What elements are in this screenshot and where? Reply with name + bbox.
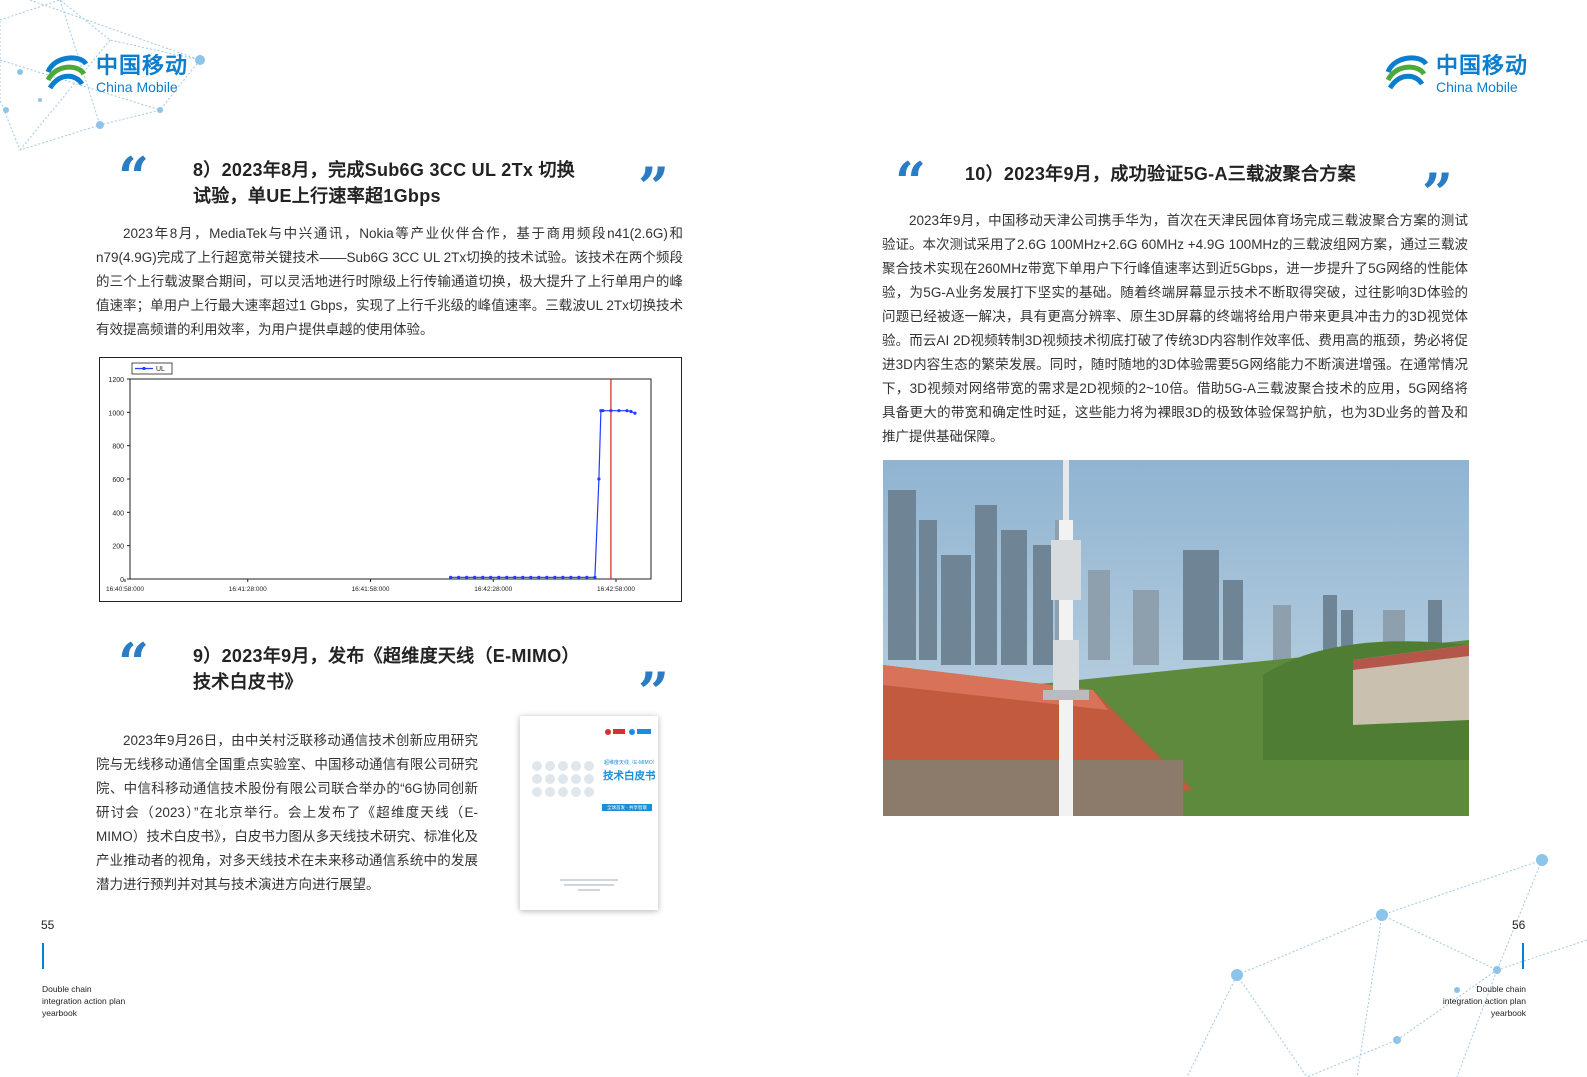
x-tick-label: 16:41:58:000 bbox=[352, 586, 390, 593]
y-tick-label: 400 bbox=[112, 510, 124, 517]
brand-name-cn: 中国移动 bbox=[96, 52, 189, 78]
y-tick-label: 1000 bbox=[108, 410, 124, 417]
y-tick-label: 0 bbox=[120, 577, 124, 584]
series-point bbox=[577, 575, 581, 579]
section-8-title-line1: 8）2023年8月，完成Sub6G 3CC UL 2Tx 切换 bbox=[193, 160, 576, 180]
network-decoration-bottom-right bbox=[1187, 854, 1587, 1077]
series-point bbox=[601, 409, 605, 413]
whitepaper-cover-art bbox=[532, 729, 652, 891]
page-accent-bar-right bbox=[1522, 943, 1524, 969]
page-accent-bar-left bbox=[42, 943, 44, 969]
section-8-body: 2023年8月，MediaTek与中兴通讯，Nokia等产业伙伴合作，基于商用频… bbox=[96, 226, 683, 337]
base-station-photo-art bbox=[883, 460, 1469, 816]
footer-line: integration action plan bbox=[1442, 996, 1526, 1006]
legend-marker bbox=[142, 366, 146, 371]
page-number-right: 56 bbox=[1512, 918, 1526, 932]
china-mobile-logo-right: 中国移动 China Mobile bbox=[1382, 50, 1528, 98]
whitepaper-title-small: 超维度天线（E-MIMO） bbox=[604, 760, 658, 766]
series-point bbox=[625, 409, 629, 413]
footer-line: yearbook bbox=[1491, 1008, 1526, 1018]
series-point bbox=[489, 575, 493, 579]
series-point bbox=[553, 575, 557, 579]
x-tick-label: 16:41:28:000 bbox=[229, 586, 267, 593]
series-point bbox=[609, 409, 613, 413]
section-9-title-line2: 技术白皮书》 bbox=[193, 672, 303, 692]
open-quote-icon: “ bbox=[118, 631, 150, 695]
section-10-body: 2023年9月，中国移动天津公司携手华为，首次在天津民园体育场完成三载波聚合方案… bbox=[882, 213, 1468, 444]
china-mobile-logo-icon bbox=[45, 55, 89, 90]
series-point bbox=[537, 575, 541, 579]
ul-throughput-chart: 0 200 400 600 800 1000 1200 16:40:58:000 16:41:2… bbox=[99, 357, 682, 602]
section-8-title: 8）2023年8月，完成Sub6G 3CC UL 2Tx 切换 试验，单UE上行… bbox=[193, 157, 623, 209]
series-point bbox=[457, 575, 461, 579]
series-point bbox=[597, 477, 601, 481]
brand-name-cn: 中国移动 bbox=[1436, 52, 1529, 78]
footer-line: Double chain bbox=[1476, 984, 1526, 994]
series-point bbox=[585, 575, 589, 579]
open-quote-icon: “ bbox=[118, 145, 150, 209]
series-point bbox=[569, 575, 573, 579]
series-point bbox=[617, 409, 621, 413]
series-point bbox=[529, 575, 533, 579]
section-9-body: 2023年9月26日，由中关村泛联移动通信技术创新应用研究院与无线移动通信全国重… bbox=[96, 733, 478, 892]
plot-frame bbox=[129, 378, 652, 580]
footer-text-right: Double chain integration action plan yea… bbox=[1400, 983, 1526, 1019]
y-tick-label: 800 bbox=[112, 444, 124, 451]
series-point bbox=[633, 411, 637, 415]
series-point bbox=[513, 575, 517, 579]
series-point bbox=[561, 575, 565, 579]
footer-line: integration action plan bbox=[42, 996, 126, 1006]
series-point bbox=[473, 575, 477, 579]
x-tick-label: 16:42:58:000 bbox=[597, 586, 635, 593]
series-point bbox=[449, 575, 453, 579]
close-quote-icon: ” bbox=[638, 660, 670, 724]
series-point bbox=[593, 575, 597, 579]
whitepaper-badge: 全球首发 · 共享智联 bbox=[607, 805, 647, 810]
footer-line: Double chain bbox=[42, 984, 92, 994]
series-line-UL bbox=[450, 410, 636, 578]
base-station-photo bbox=[883, 460, 1469, 816]
open-quote-icon: “ bbox=[895, 150, 927, 214]
x-tick-label: 16:42:28:000 bbox=[474, 586, 512, 593]
series-point bbox=[545, 575, 549, 579]
series-point bbox=[505, 575, 509, 579]
x-tick-label: 16:40:58:000 bbox=[106, 586, 144, 593]
china-mobile-logo-icon bbox=[1385, 55, 1429, 90]
section-8-title-line2: 试验，单UE上行速率超1Gbps bbox=[193, 186, 441, 206]
footer-text-left: Double chain integration action plan yea… bbox=[42, 983, 125, 1019]
series-point bbox=[629, 409, 633, 414]
section-9-title-line1: 9）2023年9月，发布《超维度天线（E-MIMO） bbox=[193, 646, 580, 666]
legend-label: UL bbox=[156, 366, 165, 373]
brand-name-en: China Mobile bbox=[96, 78, 178, 95]
series-point bbox=[521, 575, 525, 579]
series-point bbox=[465, 575, 469, 579]
china-mobile-logo-left: 中国移动 China Mobile bbox=[42, 50, 188, 98]
close-quote-icon: ” bbox=[638, 155, 670, 219]
brand-name-en: China Mobile bbox=[1436, 78, 1518, 95]
series-point bbox=[481, 575, 485, 579]
footer-line: yearbook bbox=[42, 1008, 77, 1018]
y-tick-label: 600 bbox=[112, 477, 124, 484]
section-10-title: 10）2023年9月，成功验证5G-A三载波聚合方案 bbox=[965, 164, 1356, 184]
whitepaper-title-big: 技术白皮书 bbox=[603, 770, 656, 782]
section-9-title: 9）2023年9月，发布《超维度天线（E-MIMO） 技术白皮书》 bbox=[193, 643, 623, 695]
whitepaper-cover: 超维度天线（E-MIMO） 技术白皮书 全球首发 · 共享智联 bbox=[520, 716, 658, 910]
y-tick-label: 1200 bbox=[108, 377, 124, 384]
chart-svg: 0 200 400 600 800 1000 1200 16:40:58:000 16:41:2… bbox=[106, 362, 652, 593]
series-point bbox=[497, 575, 501, 579]
page-number-left: 55 bbox=[41, 918, 55, 932]
y-tick-label: 200 bbox=[112, 544, 124, 551]
